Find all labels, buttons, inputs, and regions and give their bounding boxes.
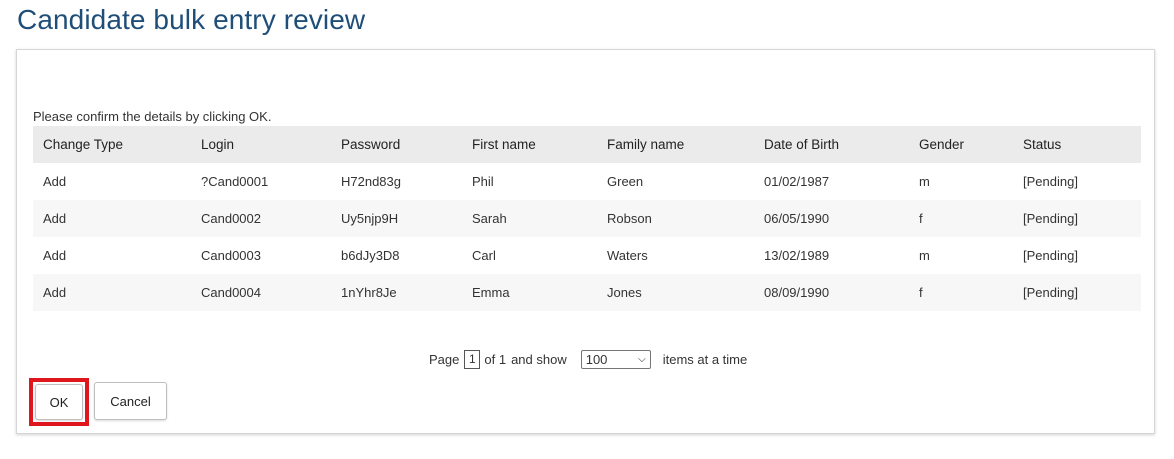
cell-password: b6dJy3D8 bbox=[341, 248, 400, 263]
column-header-gender: Gender bbox=[909, 126, 1013, 163]
pagination-bar: Page 1 of 1 and show 100 ⌵ items at a ti… bbox=[429, 350, 747, 369]
cell-date-of-birth: 08/09/1990 bbox=[754, 274, 909, 311]
column-header-login: Login bbox=[191, 126, 331, 163]
cell-password: Uy5njp9H bbox=[331, 200, 462, 237]
cell-status: [Pending] bbox=[1013, 200, 1141, 237]
page-title: Candidate bulk entry review bbox=[17, 4, 366, 35]
column-header-password: Password bbox=[331, 126, 462, 163]
cell-status: [Pending] bbox=[1023, 174, 1078, 189]
candidates-table: Change Type Login Password First name Fa… bbox=[33, 126, 1141, 311]
cell-change-type: Add bbox=[33, 200, 191, 237]
cell-family-name: Robson bbox=[597, 200, 754, 237]
ok-button[interactable]: OK bbox=[35, 384, 83, 420]
cell-gender: f bbox=[909, 274, 1013, 311]
instruction-text: Please confirm the details by clicking O… bbox=[33, 109, 272, 124]
and-show-label: and show bbox=[511, 352, 567, 367]
cell-change-type: Add bbox=[43, 174, 67, 189]
cell-status: [Pending] bbox=[1023, 248, 1078, 263]
page-count-label: of 1 bbox=[484, 352, 507, 367]
cancel-button[interactable]: Cancel bbox=[94, 382, 167, 420]
cell-gender: m bbox=[919, 248, 930, 263]
current-page-input[interactable]: 1 bbox=[464, 350, 481, 369]
cell-password: H72nd83g bbox=[341, 174, 401, 189]
cell-login: Cand0002 bbox=[191, 200, 331, 237]
column-header-change-type: Change Type bbox=[33, 126, 191, 163]
cell-date-of-birth: 06/05/1990 bbox=[754, 200, 909, 237]
cell-date-of-birth: 13/02/1989 bbox=[764, 248, 830, 263]
cell-gender: f bbox=[909, 200, 1013, 237]
items-at-a-time-label: items at a time bbox=[662, 352, 748, 367]
cell-gender: m bbox=[919, 174, 930, 189]
cell-change-type: Add bbox=[43, 248, 67, 263]
table-row: Add ?Cand0001 H72nd83g Phil Green 01/02/… bbox=[33, 163, 1141, 200]
page-label: Page bbox=[429, 352, 460, 367]
table-row: Add Cand0002 Uy5njp9H Sarah Robson 06/05… bbox=[33, 200, 1141, 237]
cell-login: ?Cand0001 bbox=[201, 174, 269, 189]
column-header-first-name: First name bbox=[462, 126, 597, 163]
table-row: Add Cand0003 b6dJy3D8 Carl Waters 13/02/… bbox=[33, 237, 1141, 274]
cell-family-name: Waters bbox=[607, 248, 648, 263]
page-size-value: 100 bbox=[585, 352, 608, 367]
column-header-family-name: Family name bbox=[597, 126, 754, 163]
cell-family-name: Green bbox=[607, 174, 644, 189]
cell-password: 1nYhr8Je bbox=[331, 274, 462, 311]
cell-change-type: Add bbox=[33, 274, 191, 311]
cell-first-name: Phil bbox=[472, 174, 494, 189]
cell-family-name: Jones bbox=[597, 274, 754, 311]
ok-button-highlight: OK bbox=[29, 378, 89, 426]
cell-first-name: Sarah bbox=[462, 200, 597, 237]
column-header-date-of-birth: Date of Birth bbox=[754, 126, 909, 163]
table-header-row: Change Type Login Password First name Fa… bbox=[33, 126, 1141, 163]
cell-date-of-birth: 01/02/1987 bbox=[764, 174, 830, 189]
review-panel: Please confirm the details by clicking O… bbox=[16, 49, 1155, 434]
cell-login: Cand0003 bbox=[201, 248, 261, 263]
cell-status: [Pending] bbox=[1013, 274, 1141, 311]
cell-login: Cand0004 bbox=[191, 274, 331, 311]
cell-first-name: Carl bbox=[472, 248, 496, 263]
page-size-select[interactable]: 100 ⌵ bbox=[580, 350, 651, 369]
table-row: Add Cand0004 1nYhr8Je Emma Jones 08/09/1… bbox=[33, 274, 1141, 311]
cell-first-name: Emma bbox=[462, 274, 597, 311]
column-header-status: Status bbox=[1013, 126, 1141, 163]
chevron-down-icon: ⌵ bbox=[638, 354, 646, 365]
